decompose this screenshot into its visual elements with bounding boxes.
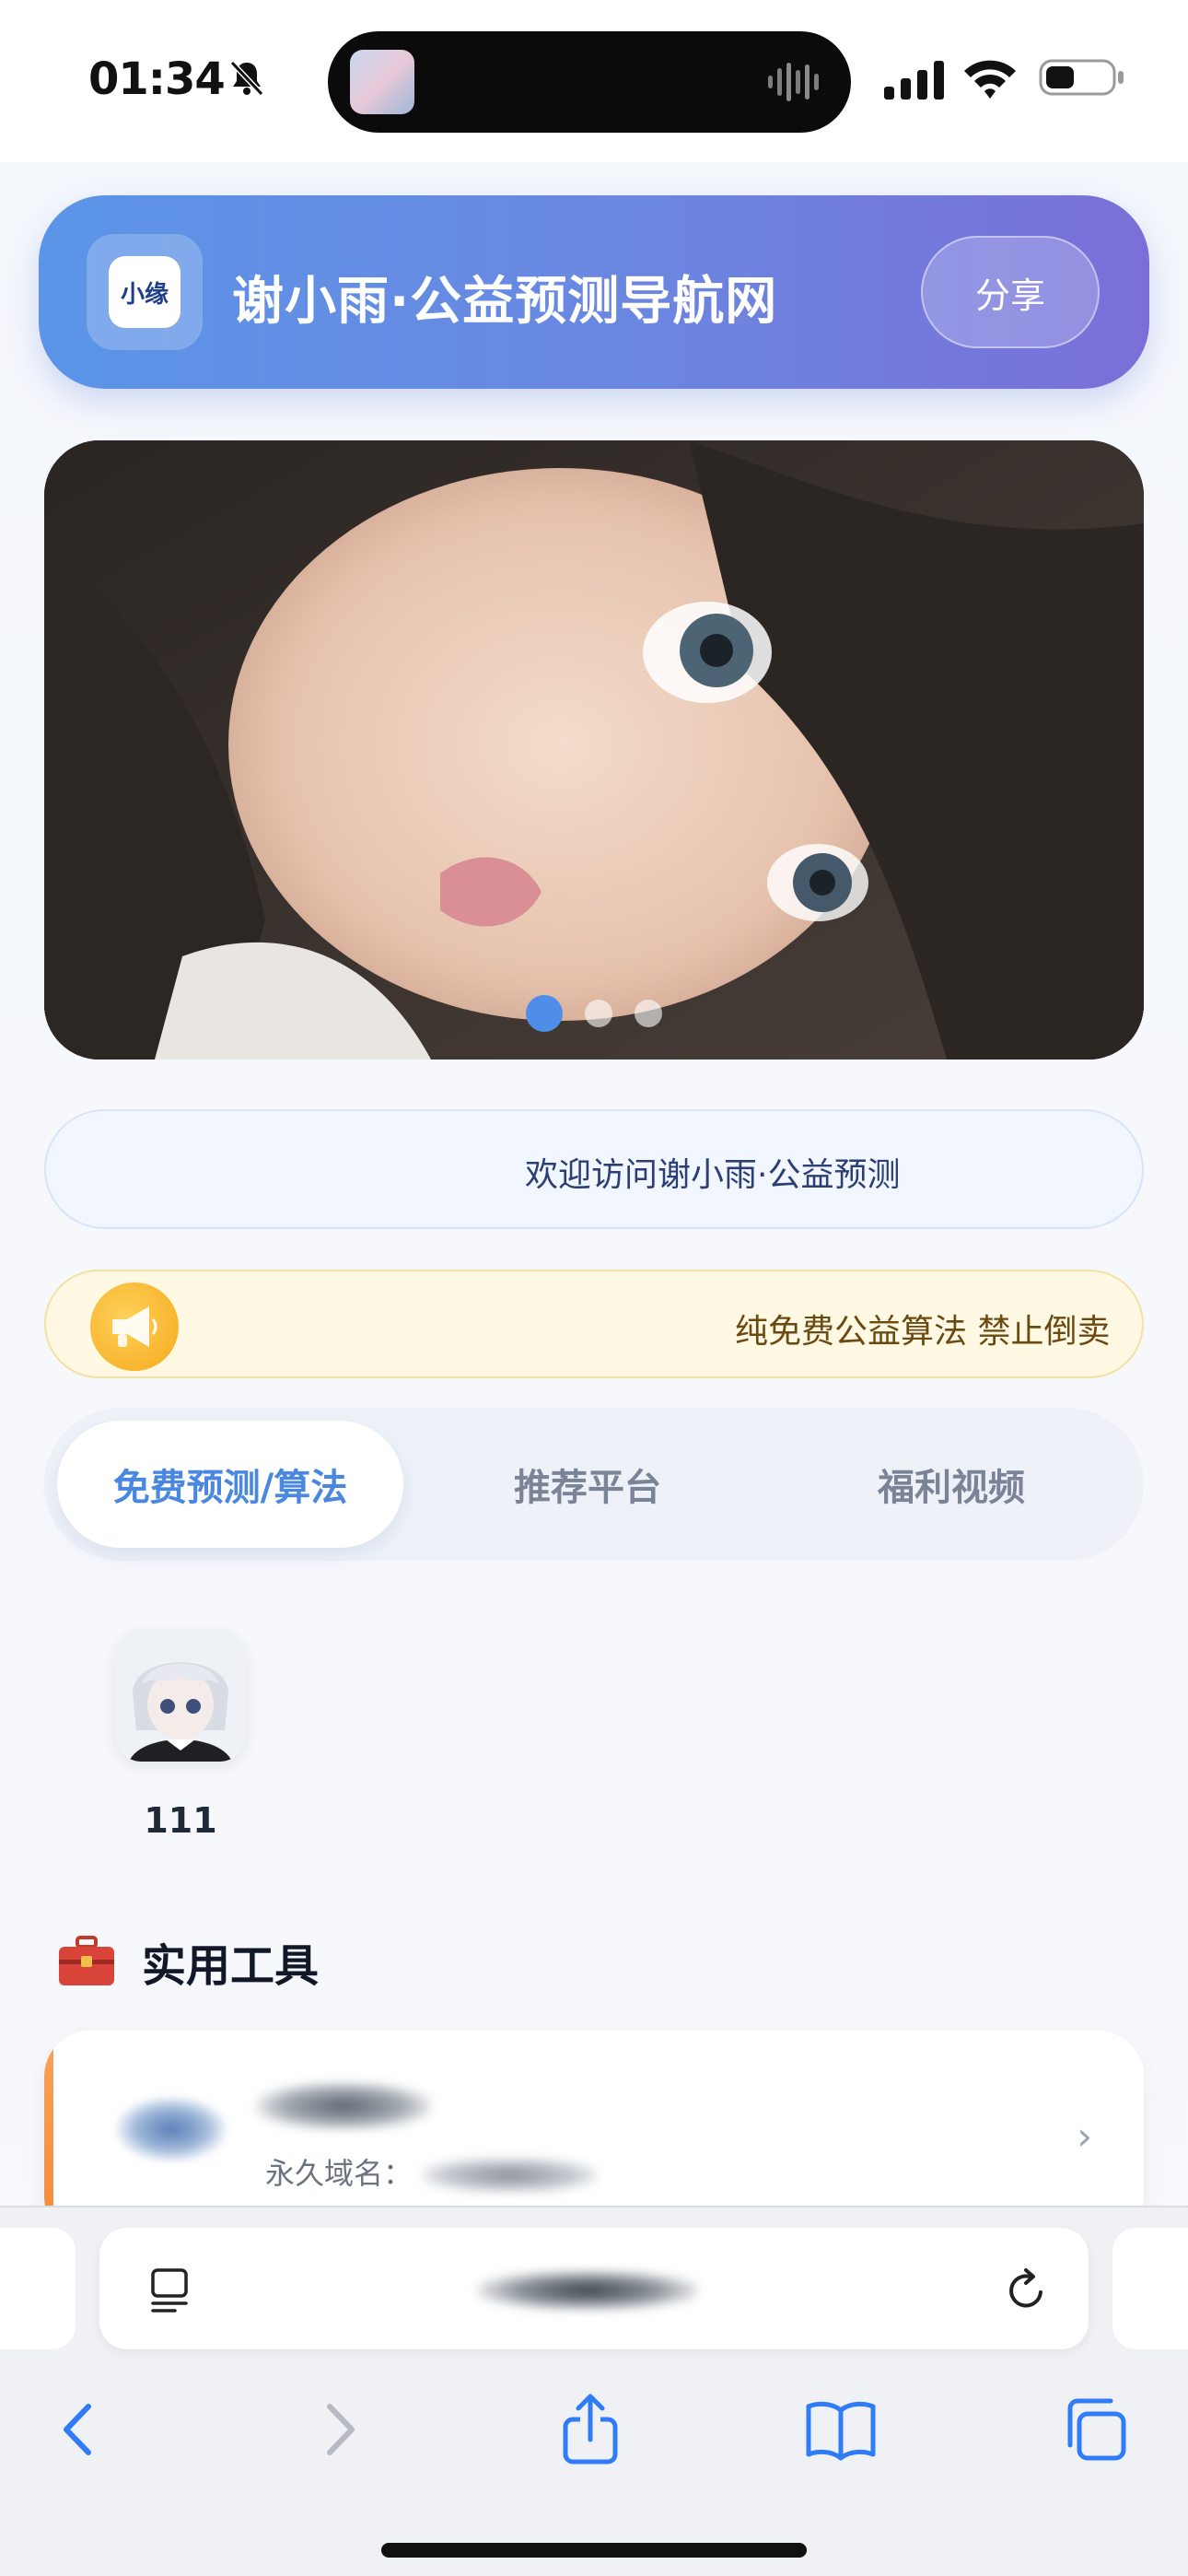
carousel-dot[interactable] xyxy=(526,995,563,1032)
next-tab-preview[interactable] xyxy=(1112,2228,1188,2349)
carousel-indicators xyxy=(44,995,1144,1032)
bell-muted-icon xyxy=(229,60,264,97)
share-icon[interactable] xyxy=(549,2388,632,2471)
navigation-toolbar xyxy=(0,2388,1188,2489)
status-time: 01:34 xyxy=(88,53,226,105)
category-tabs: 免费预测/算法 推荐平台 福利视频 xyxy=(44,1408,1144,1561)
tab-welfare-videos[interactable]: 福利视频 xyxy=(772,1421,1131,1548)
signal-icon xyxy=(884,61,944,100)
megaphone-icon xyxy=(90,1282,179,1371)
share-button[interactable]: 分享 xyxy=(921,236,1100,348)
card-logo xyxy=(116,2097,227,2161)
toolbox-icon xyxy=(59,1936,114,1985)
card-domain-label: 永久域名： xyxy=(265,2156,413,2191)
forward-icon[interactable] xyxy=(297,2388,379,2471)
reader-mode-icon[interactable] xyxy=(147,2266,192,2314)
reload-icon[interactable] xyxy=(1002,2266,1050,2314)
page: 01:34 小缘 谢小雨·公益预测导航网 分享 欢迎访问谢小雨·公益预测 纯免费… xyxy=(0,0,1188,2576)
card-domain-redacted xyxy=(422,2158,597,2193)
app-label: 111 xyxy=(144,1800,217,1841)
wifi-icon xyxy=(964,60,1016,99)
welcome-text: 欢迎访问谢小雨·公益预测 xyxy=(525,1156,901,1194)
section-header: 实用工具 xyxy=(57,1929,319,1994)
notice-bar: 纯免费公益算法 禁止倒卖 xyxy=(44,1270,1144,1378)
now-playing-artwork xyxy=(350,50,414,114)
url-redacted xyxy=(477,2270,698,2311)
browser-toolbar xyxy=(0,2207,1188,2576)
site-logo[interactable]: 小缘 xyxy=(87,234,203,350)
app-icon xyxy=(114,1629,247,1762)
card-name-redacted xyxy=(256,2082,431,2130)
bookmarks-icon[interactable] xyxy=(799,2388,882,2471)
logo-text: 小缘 xyxy=(109,256,181,328)
site-title: 谢小雨·公益预测导航网 xyxy=(232,272,778,332)
section-title: 实用工具 xyxy=(142,1940,320,1992)
dynamic-island[interactable] xyxy=(328,31,851,133)
carousel-slide-image xyxy=(44,440,1144,1060)
previous-tab-preview[interactable] xyxy=(0,2228,76,2349)
audio-wave-icon xyxy=(768,63,819,101)
battery-icon xyxy=(1039,59,1124,96)
status-bar: 01:34 xyxy=(0,0,1188,162)
back-icon[interactable] xyxy=(39,2388,122,2471)
tab-free-predictions[interactable]: 免费预测/算法 xyxy=(57,1421,403,1548)
welcome-marquee: 欢迎访问谢小雨·公益预测 xyxy=(44,1109,1144,1229)
tab-recommended-platforms[interactable]: 推荐平台 xyxy=(413,1421,763,1548)
image-carousel[interactable] xyxy=(44,440,1144,1060)
chevron-right-icon: › xyxy=(1077,2113,1092,2159)
home-indicator[interactable] xyxy=(381,2543,807,2558)
carousel-dot[interactable] xyxy=(635,1000,662,1027)
address-bar[interactable] xyxy=(99,2228,1089,2349)
carousel-dot[interactable] xyxy=(585,1000,612,1027)
notice-text: 纯免费公益算法 禁止倒卖 xyxy=(735,1313,1111,1351)
site-header: 小缘 谢小雨·公益预测导航网 分享 xyxy=(39,195,1149,389)
tabs-icon[interactable] xyxy=(1054,2388,1136,2471)
